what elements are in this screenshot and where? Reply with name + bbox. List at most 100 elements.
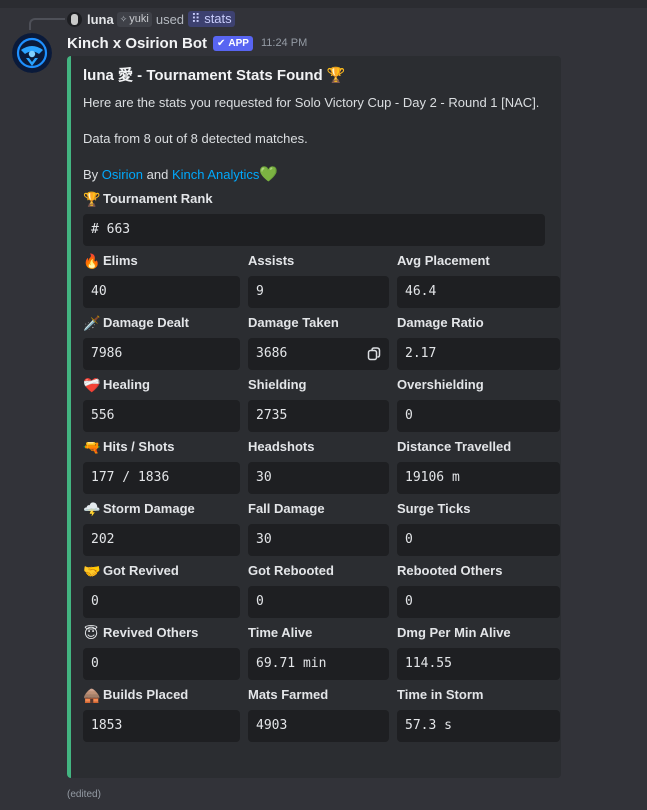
field-label: Fall Damage xyxy=(248,501,325,516)
field-name: Avg Placement xyxy=(397,252,560,270)
field-name: Surge Ticks xyxy=(397,500,560,518)
field-name: 🗡️ Damage Dealt xyxy=(83,314,240,332)
field-label: Damage Ratio xyxy=(397,315,484,330)
stat-field: Overshielding 0 xyxy=(397,376,560,432)
user-tag: ✧ yuki xyxy=(116,11,152,27)
verified-check-icon: ✔ xyxy=(217,37,226,49)
fire-icon: 🔥 xyxy=(83,253,101,269)
bot-username[interactable]: Kinch x Osirion Bot xyxy=(67,35,207,52)
field-name: Time in Storm xyxy=(397,686,560,704)
field-value[interactable]: 7986 xyxy=(83,338,240,370)
tag-icon: ✧ xyxy=(119,13,128,24)
field-value[interactable]: 4903 xyxy=(248,710,389,742)
field-name: Dmg Per Min Alive xyxy=(397,624,560,642)
stat-field: Mats Farmed 4903 xyxy=(248,686,389,742)
stat-field: Damage Taken 3686 xyxy=(248,314,389,370)
field-value[interactable]: 57.3 s xyxy=(397,710,560,742)
message-header: Kinch x Osirion Bot ✔ APP 11:24 PM xyxy=(67,33,307,53)
field-value[interactable]: 1853 xyxy=(83,710,240,742)
stat-field: Time in Storm 57.3 s xyxy=(397,686,560,742)
field-name: ❤️‍🩹 Healing xyxy=(83,376,240,394)
field-label: Builds Placed xyxy=(103,687,189,702)
field-name: Overshielding xyxy=(397,376,560,394)
embed-title: luna 愛 - Tournament Stats Found 🏆 xyxy=(83,67,346,84)
field-value[interactable]: 0 xyxy=(397,586,560,618)
field-name: 🔫 Hits / Shots xyxy=(83,438,240,456)
kinch-analytics-link[interactable]: Kinch Analytics xyxy=(172,167,259,182)
field-label: Got Rebooted xyxy=(248,563,334,578)
message-timestamp[interactable]: 11:24 PM xyxy=(261,37,307,49)
stat-field: 🤝 Got Revived 0 xyxy=(83,562,240,618)
field-name: Damage Taken xyxy=(248,314,389,332)
field-value[interactable]: 69.71 min xyxy=(248,648,389,680)
matches-line: Data from 8 out of 8 detected matches. xyxy=(83,131,308,146)
field-label: Healing xyxy=(103,377,150,392)
field-name: 🤝 Got Revived xyxy=(83,562,240,580)
copy-icon[interactable] xyxy=(367,347,381,361)
field-label: Elims xyxy=(103,253,138,268)
field-name: Time Alive xyxy=(248,624,389,642)
field-value[interactable]: 0 xyxy=(83,648,240,680)
top-divider xyxy=(0,0,647,8)
by-text: By xyxy=(83,167,99,182)
stat-field: Time Alive 69.71 min xyxy=(248,624,389,680)
field-value[interactable]: 2735 xyxy=(248,400,389,432)
field-value[interactable]: 30 xyxy=(248,462,389,494)
field-name: 🏆 Tournament Rank xyxy=(83,190,545,208)
user-mini-avatar[interactable] xyxy=(67,11,82,27)
stat-field: Rebooted Others 0 xyxy=(397,562,560,618)
field-value[interactable]: 0 xyxy=(397,524,560,556)
field-value[interactable]: 40 xyxy=(83,276,240,308)
field-value[interactable]: 46.4 xyxy=(397,276,560,308)
field-value[interactable]: 114.55 xyxy=(397,648,560,680)
stat-field: Distance Travelled 19106 m xyxy=(397,438,560,494)
field-value[interactable]: 19106 m xyxy=(397,462,560,494)
osirion-link[interactable]: Osirion xyxy=(102,167,143,182)
field-label: Assists xyxy=(248,253,295,268)
trophy-icon: 🏆 xyxy=(83,191,101,207)
stat-field: Dmg Per Min Alive 114.55 xyxy=(397,624,560,680)
field-value[interactable]: 2.17 xyxy=(397,338,560,370)
command-mention[interactable]: ⠿ stats xyxy=(188,11,235,27)
field-value[interactable]: 556 xyxy=(83,400,240,432)
stat-field: Avg Placement 46.4 xyxy=(397,252,560,308)
used-text: used xyxy=(155,11,185,27)
field-value[interactable]: 30 xyxy=(248,524,389,556)
mending-heart-icon: ❤️‍🩹 xyxy=(83,377,101,393)
field-label: Dmg Per Min Alive xyxy=(397,625,511,640)
water-pistol-icon: 🔫 xyxy=(83,439,101,455)
stat-field: 🗡️ Damage Dealt 7986 xyxy=(83,314,240,370)
field-name: Rebooted Others xyxy=(397,562,560,580)
stats-field-grid: 🔥 Elims 40 Assists 9 Avg Placement 46.4 🗡️ Damag… xyxy=(83,246,560,742)
slash-command-icon: ⠿ xyxy=(191,11,205,26)
field-value[interactable]: 177 / 1836 xyxy=(83,462,240,494)
field-label: Damage Taken xyxy=(248,315,339,330)
field-value[interactable]: 202 xyxy=(83,524,240,556)
field-name: 😇 Revived Others xyxy=(83,624,240,642)
command-reply-header[interactable]: luna ✧ yuki used ⠿ stats xyxy=(67,10,235,28)
field-name: Headshots xyxy=(248,438,389,456)
field-name: Assists xyxy=(248,252,389,270)
field-name: 🛖 Builds Placed xyxy=(83,686,240,704)
stat-field: 🌩️ Storm Damage 202 xyxy=(83,500,240,556)
tournament-rank-value[interactable]: # 663 xyxy=(83,214,545,246)
field-value[interactable]: 0 xyxy=(83,586,240,618)
and-text: and xyxy=(146,167,169,182)
stat-field: Got Rebooted 0 xyxy=(248,562,389,618)
user-tag-label: yuki xyxy=(129,13,149,25)
stat-field: Shielding 2735 xyxy=(248,376,389,432)
field-value[interactable]: 9 xyxy=(248,276,389,308)
field-value[interactable]: 3686 xyxy=(248,338,389,370)
bot-avatar[interactable] xyxy=(12,33,52,73)
reply-connector xyxy=(29,18,65,30)
green-heart-icon: 💚 xyxy=(259,166,279,183)
field-name: Distance Travelled xyxy=(397,438,560,456)
field-value[interactable]: 0 xyxy=(248,586,389,618)
handshake-icon: 🤝 xyxy=(83,563,101,579)
stat-field: 🔫 Hits / Shots 177 / 1836 xyxy=(83,438,240,494)
field-label: Damage Dealt xyxy=(103,315,189,330)
field-value[interactable]: 0 xyxy=(397,400,560,432)
stat-field: Damage Ratio 2.17 xyxy=(397,314,560,370)
reply-username[interactable]: luna xyxy=(87,12,114,27)
field-label: Rebooted Others xyxy=(397,563,503,578)
